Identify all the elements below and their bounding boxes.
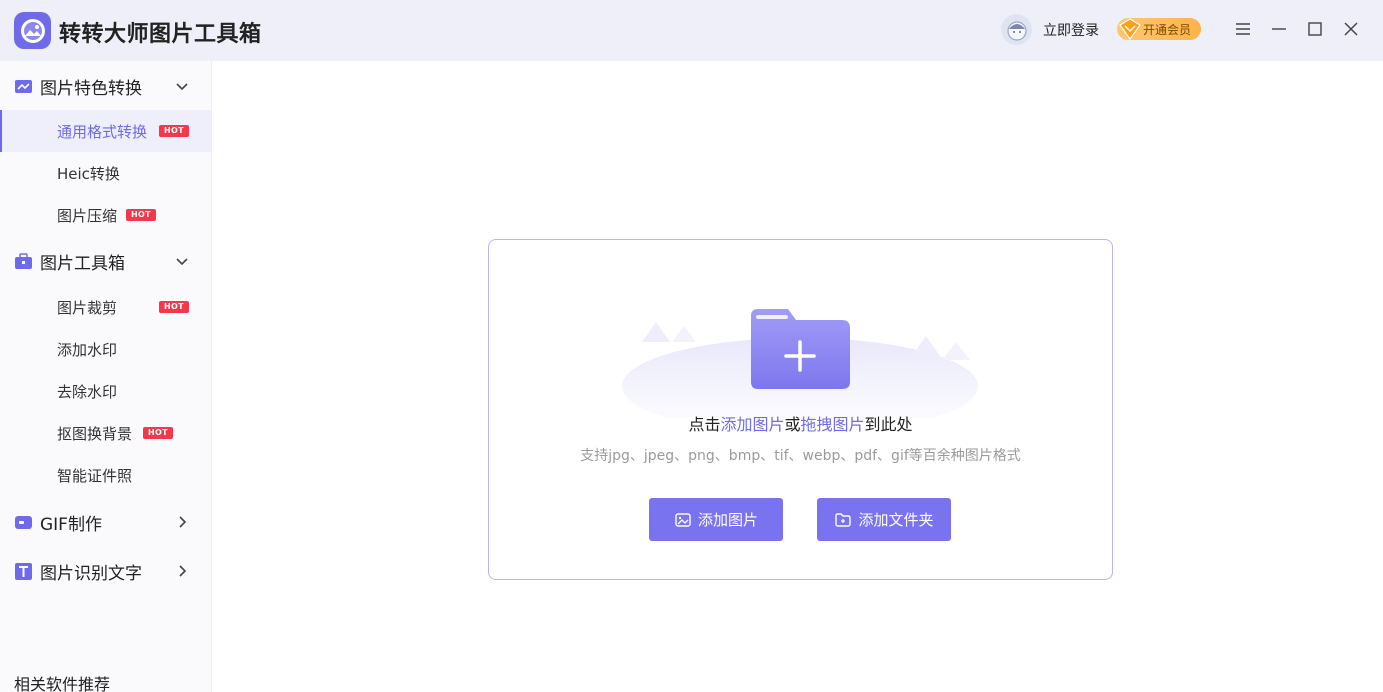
- vip-button[interactable]: 开通会员: [1117, 18, 1201, 41]
- app-title: 转转大师图片工具箱: [59, 22, 262, 47]
- sidebar-item-id-photo[interactable]: 智能证件照: [0, 454, 211, 496]
- sidebar-item-label: 通用格式转换: [57, 122, 148, 141]
- vip-label: 开通会员: [1143, 22, 1192, 37]
- hot-badge: HOT: [159, 301, 189, 313]
- sidebar-item-remove-watermark[interactable]: 去除水印: [0, 370, 211, 412]
- folder-plus-icon: [622, 309, 978, 418]
- login-link[interactable]: 立即登录: [1043, 20, 1099, 40]
- hot-badge: HOT: [143, 427, 173, 439]
- app-logo-icon: [14, 12, 51, 49]
- chevron-right-icon: [179, 516, 187, 528]
- title-bar: 转转大师图片工具箱 立即登录 开通会员: [0, 0, 1383, 61]
- sidebar-group-label: GIF制作: [40, 514, 102, 535]
- hot-badge: HOT: [159, 125, 189, 137]
- sidebar-item-label: 智能证件照: [57, 466, 133, 485]
- maximize-icon[interactable]: [1304, 18, 1326, 40]
- related-software-label: 相关软件推荐: [14, 675, 111, 692]
- toolbox-icon: [15, 252, 32, 269]
- folder-add-icon: [835, 512, 852, 527]
- sidebar-item-crop[interactable]: 图片裁剪 HOT: [0, 286, 211, 328]
- sidebar-item-label: 去除水印: [57, 382, 118, 401]
- sidebar-group-toolbox[interactable]: 图片工具箱: [0, 238, 211, 284]
- supported-formats-text: 支持jpg、jpeg、png、bmp、tif、webp、pdf、gif等百余种图…: [580, 448, 1021, 464]
- chevron-down-icon: [176, 83, 188, 91]
- image-icon: [675, 512, 691, 527]
- sidebar-item-label: 图片裁剪: [57, 298, 118, 317]
- chevron-down-icon: [176, 258, 188, 266]
- text-recognition-icon: [15, 562, 32, 580]
- gif-icon: [15, 515, 32, 529]
- hint-text: 点击: [688, 415, 721, 434]
- sidebar-item-label: 图片压缩: [57, 206, 118, 225]
- hot-badge: HOT: [126, 209, 156, 221]
- sidebar-item-format-convert[interactable]: 通用格式转换 HOT: [0, 110, 211, 152]
- drop-hint: 点击添加图片或拖拽图片到此处: [488, 411, 1113, 435]
- minimize-icon[interactable]: [1268, 18, 1290, 40]
- sidebar-item-cutout-background[interactable]: 抠图换背景 HOT: [0, 412, 211, 454]
- vip-crown-icon: [1119, 18, 1141, 41]
- add-image-link[interactable]: 添加图片: [720, 415, 784, 434]
- sidebar-group-label: 图片特色转换: [40, 78, 142, 99]
- sidebar-item-label: 添加水印: [57, 340, 118, 359]
- drag-image-link[interactable]: 拖拽图片: [801, 415, 865, 434]
- sidebar-group-label: 图片工具箱: [40, 253, 125, 274]
- add-folder-label: 添加文件夹: [858, 511, 934, 529]
- image-convert-icon: [15, 79, 32, 93]
- chevron-right-icon: [179, 565, 187, 577]
- sidebar-group-image-convert[interactable]: 图片特色转换: [0, 63, 211, 109]
- add-image-label: 添加图片: [697, 511, 758, 529]
- add-image-button[interactable]: 添加图片: [649, 498, 783, 541]
- sidebar-group-gif[interactable]: GIF制作: [0, 499, 211, 545]
- add-folder-button[interactable]: 添加文件夹: [817, 498, 951, 541]
- sidebar-item-compress[interactable]: 图片压缩 HOT: [0, 194, 211, 236]
- close-icon[interactable]: [1340, 18, 1362, 40]
- user-avatar-icon[interactable]: [1001, 14, 1032, 45]
- sidebar-item-label: Heic转换: [57, 164, 120, 183]
- sidebar-item-add-watermark[interactable]: 添加水印: [0, 328, 211, 370]
- sidebar-group-text-recognition[interactable]: 图片识别文字: [0, 548, 211, 594]
- sidebar-group-label: 图片识别文字: [40, 563, 142, 584]
- hint-text: 或: [784, 415, 801, 434]
- sidebar: 图片特色转换 通用格式转换 HOT Heic转换 图片压缩 HOT 图片工具箱 …: [0, 61, 212, 692]
- sidebar-item-heic-convert[interactable]: Heic转换: [0, 152, 211, 194]
- hint-text: 到此处: [864, 415, 913, 434]
- sidebar-item-label: 抠图换背景: [57, 424, 133, 443]
- menu-icon[interactable]: [1232, 18, 1254, 40]
